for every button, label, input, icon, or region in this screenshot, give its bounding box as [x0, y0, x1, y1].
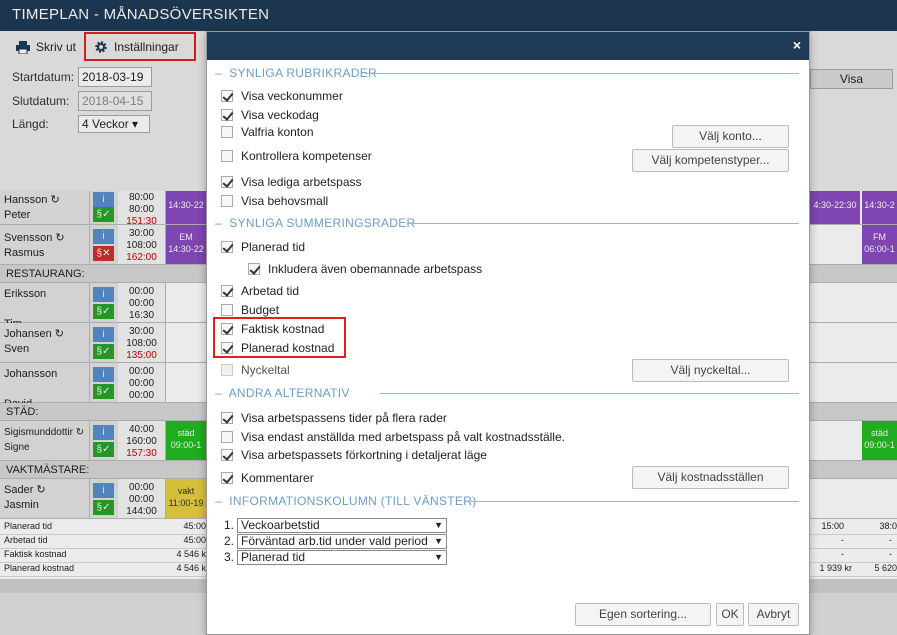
checkbox-nyckeltal: Nyckeltal: [221, 363, 290, 377]
info-column-select-2[interactable]: Förväntad arb.tid under vald period ▼: [237, 534, 447, 549]
checkbox-budget[interactable]: Budget: [221, 303, 279, 317]
checkbox-checked-icon: [221, 109, 233, 121]
checkbox-arbetad-tid[interactable]: Arbetad tid: [221, 284, 299, 298]
checkbox-veckodag[interactable]: Visa veckodag: [221, 108, 319, 122]
checkbox-empty-icon: [221, 195, 233, 207]
checkbox-empty-icon: [221, 431, 233, 443]
checkbox-forkortning[interactable]: Visa arbetspassets förkortning i detalje…: [221, 448, 487, 462]
checkbox-checked-icon: [221, 412, 233, 424]
checkbox-checked-icon: [221, 449, 233, 461]
checkbox-planerad-tid[interactable]: Planerad tid: [221, 240, 305, 254]
checkbox-endast-kostnadsstalle[interactable]: Visa endast anställda med arbetspass på …: [221, 430, 565, 444]
close-icon[interactable]: ×: [793, 37, 801, 53]
info-column-select-3[interactable]: Planerad tid ▼: [237, 550, 447, 565]
checkbox-behovsmall[interactable]: Visa behovsmall: [221, 194, 328, 208]
checkbox-flera-rader[interactable]: Visa arbetspassens tider på flera rader: [221, 411, 447, 425]
checkbox-checked-icon: [248, 263, 260, 275]
checkbox-checked-icon: [221, 90, 233, 102]
choose-account-button[interactable]: Välj konto...: [672, 125, 789, 148]
dropdown-arrow-icon: ▼: [434, 520, 443, 530]
checkbox-checked-icon: [221, 285, 233, 297]
checkbox-empty-icon: [221, 150, 233, 162]
section-visible-sum-rows: – SYNLIGA SUMMERINGSRADER: [215, 216, 799, 230]
checkbox-inkludera-obemannade[interactable]: Inkludera även obemannade arbetspass: [248, 262, 482, 276]
settings-dialog: × – SYNLIGA RUBRIKRADER Visa veckonummer…: [206, 31, 810, 635]
choose-competence-button[interactable]: Välj kompetenstyper...: [632, 149, 789, 172]
info-column-select-1[interactable]: Veckoarbetstid ▼: [237, 518, 447, 533]
highlight-box: [213, 317, 346, 358]
checkbox-kompetenser[interactable]: Kontrollera kompetenser: [221, 149, 372, 163]
checkbox-lediga-arbetspass[interactable]: Visa lediga arbetspass: [221, 175, 362, 189]
cancel-button[interactable]: Avbryt: [748, 603, 799, 626]
custom-sort-button[interactable]: Egen sortering...: [575, 603, 711, 626]
section-other-options: – ANDRA ALTERNATIV: [215, 386, 799, 400]
checkbox-checked-icon: [221, 176, 233, 188]
checkbox-checked-icon: [221, 472, 233, 484]
choose-key-figures-button[interactable]: Välj nyckeltal...: [632, 359, 789, 382]
section-visible-header-rows: – SYNLIGA RUBRIKRADER: [215, 66, 799, 80]
checkbox-empty-icon: [221, 126, 233, 138]
checkbox-empty-icon: [221, 304, 233, 316]
info-order-number: 2.: [224, 534, 235, 548]
checkbox-disabled-icon: [221, 364, 233, 376]
dialog-header: ×: [207, 32, 809, 60]
checkbox-kommentarer[interactable]: Kommentarer: [221, 471, 314, 485]
checkbox-veckonummer[interactable]: Visa veckonummer: [221, 89, 343, 103]
checkbox-valfria-konton[interactable]: Valfria konton: [221, 125, 314, 139]
dropdown-arrow-icon: ▼: [434, 552, 443, 562]
checkbox-checked-icon: [221, 241, 233, 253]
ok-button[interactable]: OK: [716, 603, 744, 626]
choose-cost-centers-button[interactable]: Välj kostnadsställen: [632, 466, 789, 489]
dropdown-arrow-icon: ▼: [434, 536, 443, 546]
info-order-number: 1.: [224, 518, 235, 532]
section-info-column: – INFORMATIONSKOLUMN (TILL VÄNSTER): [215, 494, 799, 508]
info-order-number: 3.: [224, 550, 235, 564]
